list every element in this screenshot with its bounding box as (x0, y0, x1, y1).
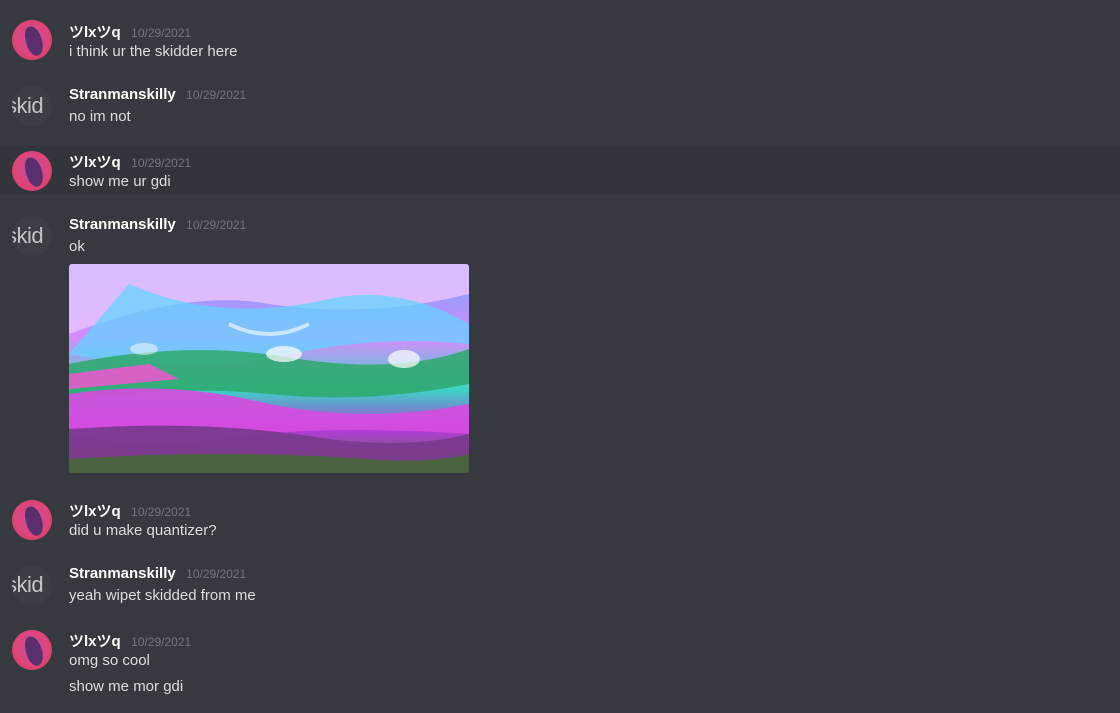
timestamp: 10/29/2021 (186, 218, 247, 232)
message: skid Stranmanskilly 10/29/2021 yeah wipe… (0, 565, 1120, 613)
image-attachment[interactable] (69, 264, 469, 473)
avatar-icon[interactable] (12, 500, 52, 540)
message: skid Stranmanskilly 10/29/2021 ok (0, 0, 1120, 480)
username[interactable]: Stranmanskilly (69, 565, 176, 582)
username[interactable]: Stranmanskilly (69, 216, 176, 233)
message-text: omg so cool (69, 652, 150, 669)
avatar-icon[interactable] (12, 630, 52, 670)
message: ツlxツq 10/29/2021 omg so cool show me mor… (0, 630, 1120, 706)
timestamp: 10/29/2021 (186, 567, 247, 581)
timestamp: 10/29/2021 (131, 505, 192, 519)
message-text: yeah wipet skidded from me (69, 587, 256, 604)
avatar-text: skid (12, 572, 44, 597)
gdi-image (69, 264, 469, 473)
message-text: show me mor gdi (69, 678, 184, 695)
message-text: did u make quantizer? (69, 522, 217, 539)
username[interactable]: ツlxツq (69, 503, 121, 520)
avatar-text: skid (12, 223, 44, 248)
timestamp: 10/29/2021 (131, 635, 192, 649)
username[interactable]: ツlxツq (69, 633, 121, 650)
avatar-icon[interactable]: skid (12, 565, 52, 605)
chat-messages: ツlxツq 10/29/2021 i think ur the skidder … (0, 0, 1120, 713)
message: ツlxツq 10/29/2021 did u make quantizer? (0, 500, 1120, 548)
message-text: ok (69, 238, 85, 255)
avatar-icon[interactable]: skid (12, 216, 52, 256)
